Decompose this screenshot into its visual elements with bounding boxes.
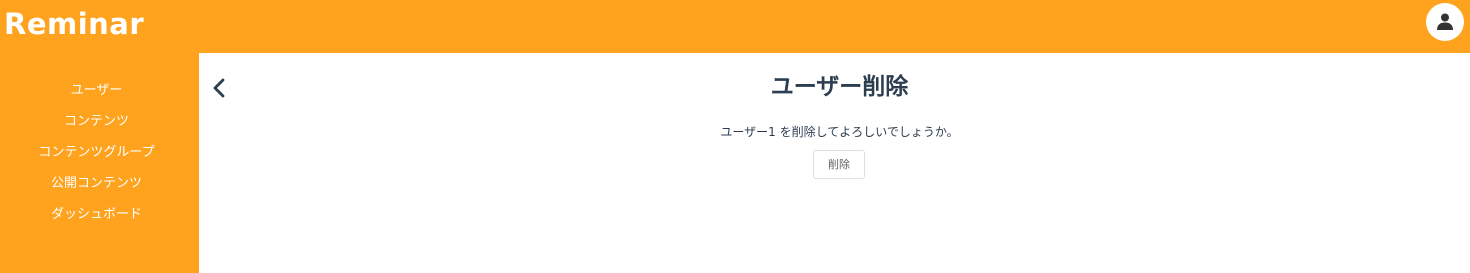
page-title: ユーザー削除	[770, 74, 909, 100]
sidebar-item-contents[interactable]: コンテンツ	[0, 113, 193, 131]
sidebar-item-published-contents[interactable]: 公開コンテンツ	[0, 175, 193, 193]
main-content: ユーザー削除 ユーザー1 を削除してよろしいでしょうか。 削除	[199, 53, 1470, 273]
sidebar-item-users[interactable]: ユーザー	[0, 82, 193, 100]
delete-button[interactable]: 削除	[813, 150, 865, 179]
sidebar-item-dashboard[interactable]: ダッシュボード	[0, 206, 193, 224]
confirm-message: ユーザー1 を削除してよろしいでしょうか。	[720, 125, 959, 139]
app-logo[interactable]: Reminar	[4, 6, 144, 42]
sidebar: ユーザー コンテンツ コンテンツグループ 公開コンテンツ ダッシュボード	[0, 53, 199, 273]
user-icon	[1437, 13, 1453, 30]
app-header: Reminar	[0, 0, 1470, 53]
user-avatar-button[interactable]	[1426, 3, 1464, 41]
sidebar-item-content-groups[interactable]: コンテンツグループ	[0, 144, 193, 162]
